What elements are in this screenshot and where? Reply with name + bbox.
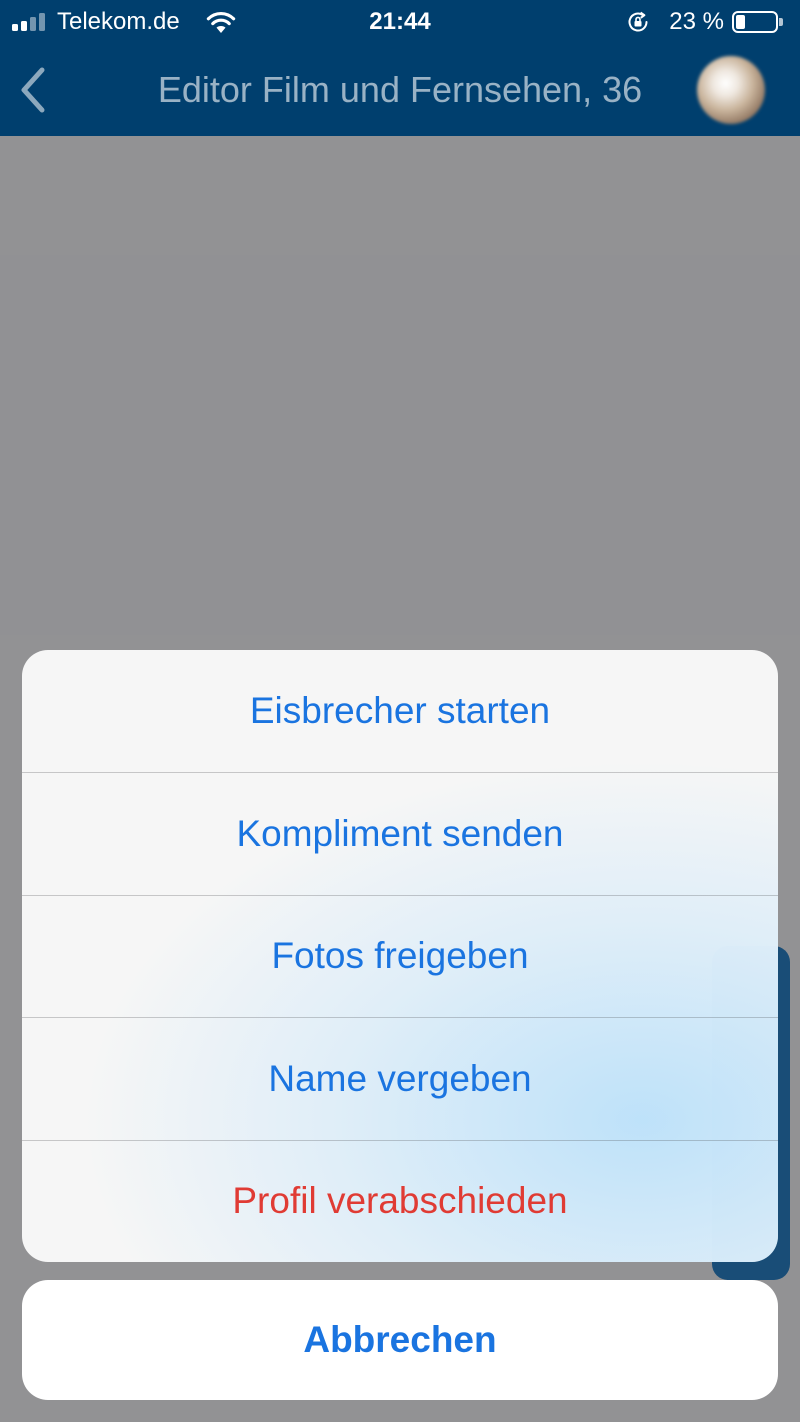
status-bar: Telekom.de 21:44 23 %: [0, 0, 800, 44]
action-dismiss-profile[interactable]: Profil verabschieden: [22, 1139, 778, 1262]
conversation-title: Editor Film und Fernsehen, 36: [157, 69, 643, 110]
chevron-left-icon[interactable]: [14, 64, 54, 116]
battery-percentage: 23 %: [669, 8, 724, 35]
action-assign-name[interactable]: Name vergeben: [22, 1017, 778, 1139]
orientation-lock-icon: [628, 11, 648, 32]
action-share-photos[interactable]: Fotos freigeben: [22, 894, 778, 1017]
cancel-button[interactable]: Abbrechen: [22, 1280, 778, 1400]
action-icebreaker[interactable]: Eisbrecher starten: [22, 650, 778, 772]
avatar[interactable]: [697, 56, 765, 124]
navigation-bar: Editor Film und Fernsehen, 36: [0, 44, 800, 136]
battery-icon: [732, 11, 783, 33]
action-sheet: Eisbrecher starten Kompliment senden Fot…: [22, 650, 778, 1262]
action-send-compliment[interactable]: Kompliment senden: [22, 772, 778, 894]
